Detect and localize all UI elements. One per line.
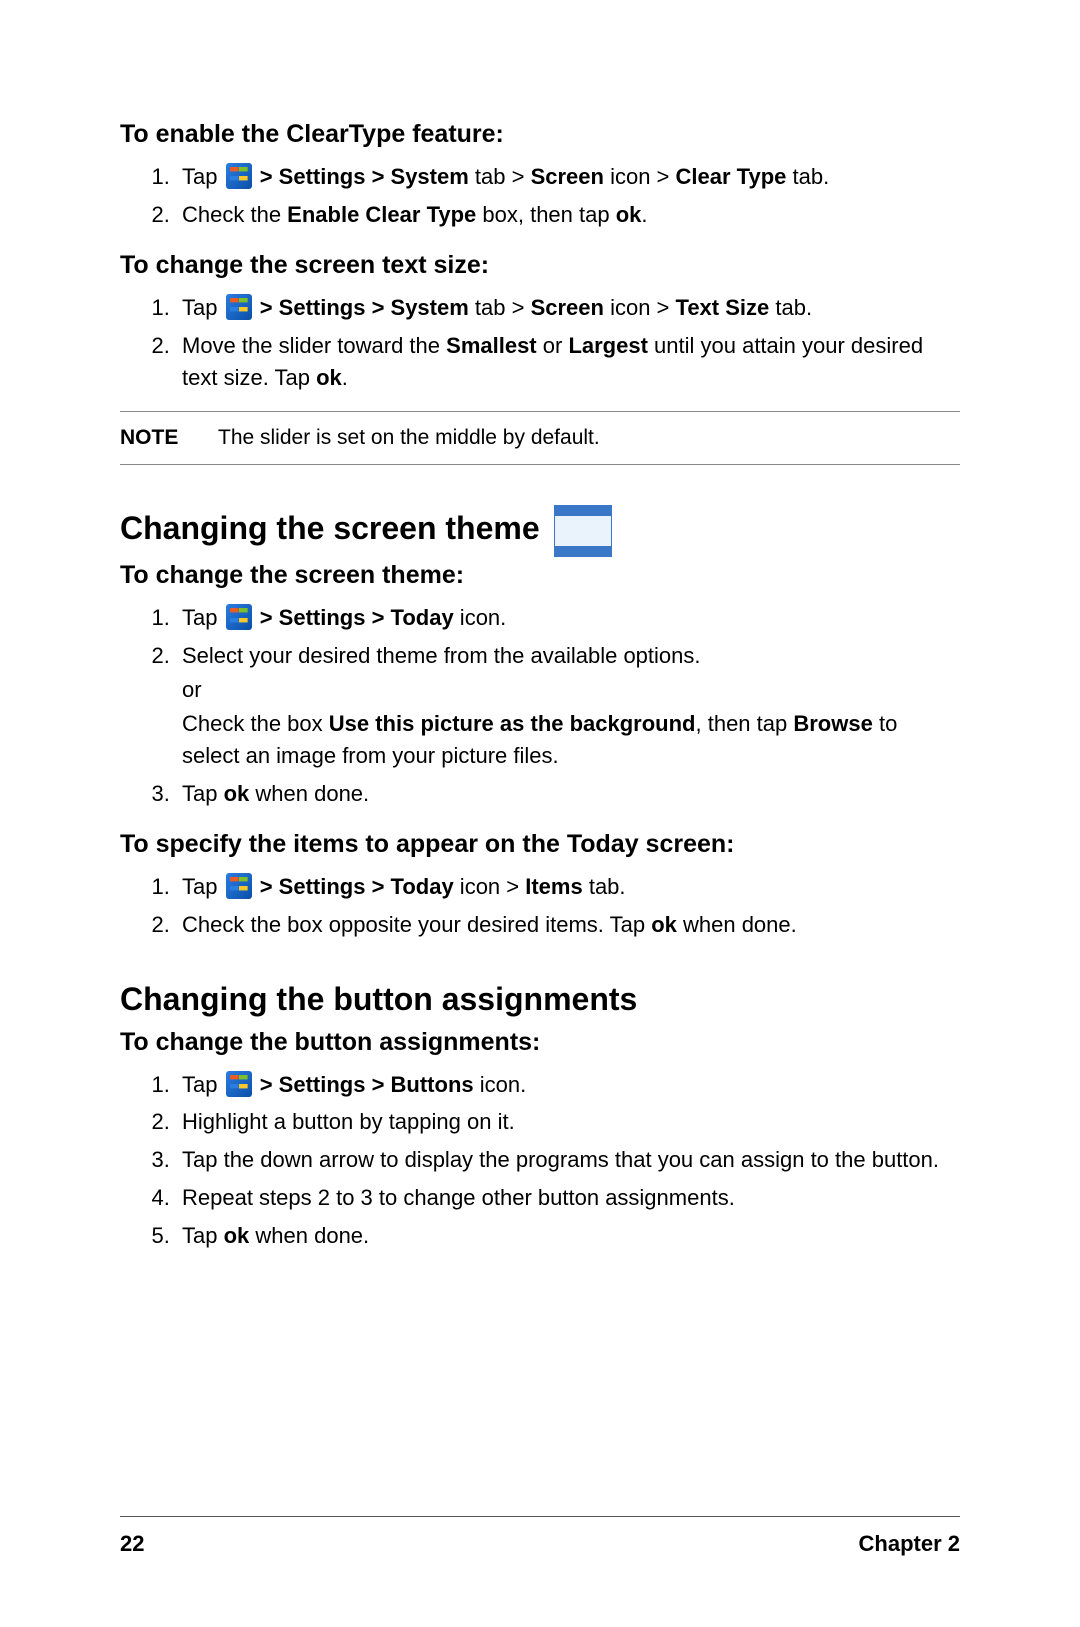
list-item: Tap > Settings > System tab > Screen ico… (176, 292, 960, 324)
chapter-label: Chapter 2 (859, 1531, 960, 1557)
heading-changing-button-assignments: Changing the button assignments (120, 981, 960, 1018)
text: when done. (249, 1223, 369, 1248)
list-item: Select your desired theme from the avail… (176, 640, 960, 772)
start-icon (226, 294, 252, 320)
list-item: Tap the down arrow to display the progra… (176, 1144, 960, 1176)
text: Largest (568, 333, 647, 358)
text: Select your desired theme from the avail… (182, 643, 701, 668)
text: > Settings > Buttons (254, 1072, 474, 1097)
text: > Settings > Today (254, 605, 454, 630)
heading-change-text-size: To change the screen text size: (120, 251, 960, 280)
note-box: NOTE The slider is set on the middle by … (120, 411, 960, 465)
text: tab > (469, 164, 531, 189)
list-item: Highlight a button by tapping on it. (176, 1106, 960, 1138)
heading-text: Changing the button assignments (120, 981, 637, 1018)
text: or (537, 333, 569, 358)
text: icon > (604, 295, 676, 320)
list-item: Tap > Settings > Today icon. (176, 602, 960, 634)
text: > Settings > Today (254, 874, 454, 899)
text: Move the slider toward the (182, 333, 446, 358)
list-item: Check the box opposite your desired item… (176, 909, 960, 941)
text: icon. (474, 1072, 527, 1097)
note-label: NOTE (120, 426, 190, 450)
text: Tap (182, 1223, 224, 1248)
text: box, then tap (476, 202, 615, 227)
start-icon (226, 163, 252, 189)
text: Browse (793, 711, 872, 736)
text: . (342, 365, 348, 390)
list-item: Tap > Settings > Today icon > Items tab. (176, 871, 960, 903)
steps-specify-today-items: Tap > Settings > Today icon > Items tab.… (120, 871, 960, 941)
heading-specify-today-items: To specify the items to appear on the To… (120, 830, 960, 859)
steps-change-text-size: Tap > Settings > System tab > Screen ico… (120, 292, 960, 394)
screenshot-thumb-icon (554, 505, 612, 557)
steps-change-screen-theme: Tap > Settings > Today icon. Select your… (120, 602, 960, 809)
note-text: The slider is set on the middle by defau… (218, 426, 600, 450)
text: Tap (182, 295, 224, 320)
text: icon. (454, 605, 507, 630)
heading-text: Changing the screen theme (120, 510, 540, 547)
text: Check the box Use this picture as the ba… (182, 708, 960, 772)
manual-page: To enable the ClearType feature: Tap > S… (0, 0, 1080, 1627)
text: > Settings > System (254, 164, 469, 189)
steps-change-button-assignments: Tap > Settings > Buttons icon. Highlight… (120, 1069, 960, 1252)
heading-to-change-button-assignments: To change the button assignments: (120, 1028, 960, 1057)
list-item: Repeat steps 2 to 3 to change other butt… (176, 1182, 960, 1214)
text: icon > (454, 874, 526, 899)
heading-changing-screen-theme: Changing the screen theme (120, 505, 960, 551)
list-item: Check the Enable Clear Type box, then ta… (176, 199, 960, 231)
page-number: 22 (120, 1531, 144, 1557)
text: ok (224, 1223, 250, 1248)
text: Tap (182, 874, 224, 899)
text: Check the box opposite your desired item… (182, 912, 651, 937)
text: Tap (182, 781, 224, 806)
text: tab. (786, 164, 829, 189)
text: Screen (531, 164, 604, 189)
text: ok (651, 912, 677, 937)
text: Screen (531, 295, 604, 320)
text: tab. (769, 295, 812, 320)
text: ok (616, 202, 642, 227)
page-footer: 22 Chapter 2 (120, 1516, 960, 1557)
text: Items (525, 874, 582, 899)
text: Enable Clear Type (287, 202, 476, 227)
text: icon > (604, 164, 676, 189)
start-icon (226, 873, 252, 899)
list-item: Tap ok when done. (176, 778, 960, 810)
text: Use this picture as the background (329, 711, 696, 736)
text: . (641, 202, 647, 227)
heading-to-change-screen-theme: To change the screen theme: (120, 561, 960, 590)
list-item: Tap ok when done. (176, 1220, 960, 1252)
steps-enable-cleartype: Tap > Settings > System tab > Screen ico… (120, 161, 960, 231)
text: Smallest (446, 333, 537, 358)
list-item: Tap > Settings > Buttons icon. (176, 1069, 960, 1101)
text: when done. (677, 912, 797, 937)
text: Text Size (676, 295, 770, 320)
text: Tap (182, 605, 224, 630)
list-item: Tap > Settings > System tab > Screen ico… (176, 161, 960, 193)
text: ok (316, 365, 342, 390)
text: tab. (583, 874, 626, 899)
text: tab > (469, 295, 531, 320)
text: Clear Type (676, 164, 787, 189)
text: , then tap (696, 711, 794, 736)
text: Tap (182, 164, 224, 189)
text: Check the (182, 202, 287, 227)
start-icon (226, 604, 252, 630)
text: Tap (182, 1072, 224, 1097)
heading-enable-cleartype: To enable the ClearType feature: (120, 120, 960, 149)
start-icon (226, 1071, 252, 1097)
text: > Settings > System (254, 295, 469, 320)
text: when done. (249, 781, 369, 806)
text: or (182, 674, 960, 706)
text: ok (224, 781, 250, 806)
text: Check the box (182, 711, 329, 736)
list-item: Move the slider toward the Smallest or L… (176, 330, 960, 394)
